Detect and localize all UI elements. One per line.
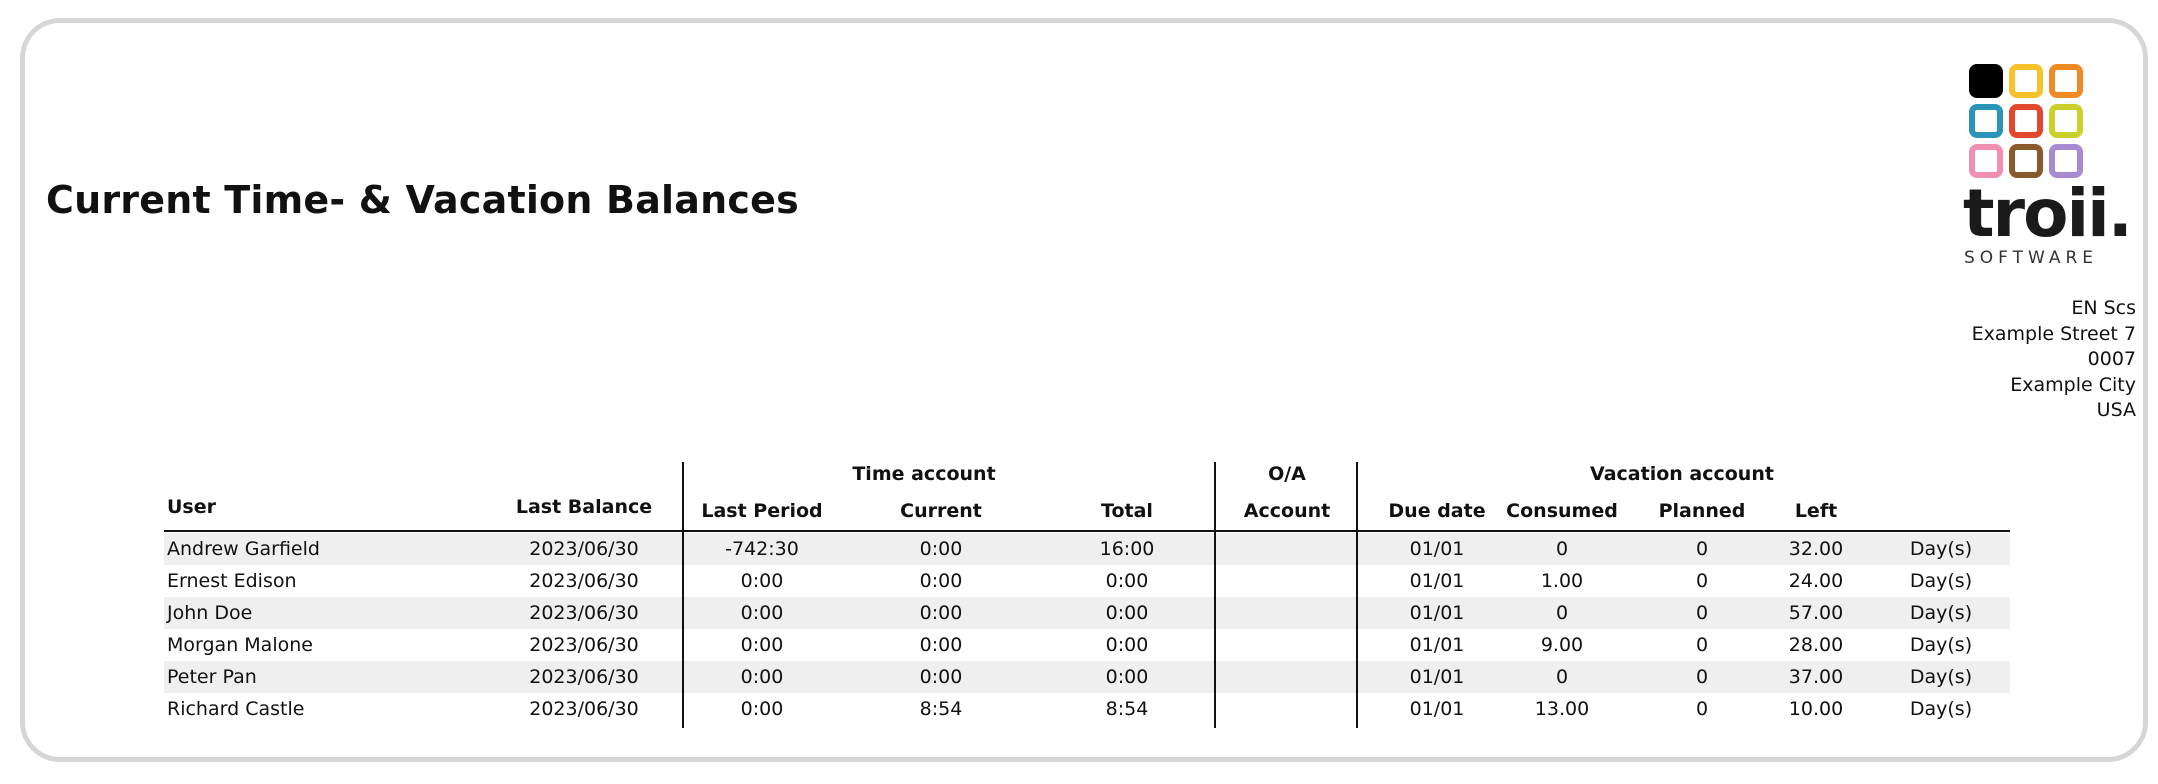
cell-consumed: 1.00 [1540, 570, 1584, 592]
cell-last-balance: 2023/06/30 [529, 538, 639, 560]
group-header-oa: O/A [1268, 463, 1306, 485]
logo-squares [1969, 64, 2083, 178]
cell-consumed: 0 [1555, 538, 1569, 560]
logo-square [2009, 104, 2043, 138]
cell-total: 8:54 [1105, 698, 1149, 720]
cell-total: 0:00 [1105, 602, 1149, 624]
col-header-current: Current [900, 500, 982, 522]
col-header-total: Total [1101, 500, 1153, 522]
col-header-last-period: Last Period [701, 500, 823, 522]
cell-user: Ernest Edison [167, 570, 297, 592]
col-header-account: Account [1243, 500, 1331, 522]
logo-square [1969, 64, 2003, 98]
cell-total: 0:00 [1105, 634, 1149, 656]
cell-total: 16:00 [1099, 538, 1155, 560]
cell-unit: Day(s) [1909, 570, 1973, 592]
table-row: Andrew Garfield 2023/06/30 -742:30 0:00 16:0… [164, 533, 2010, 565]
col-header-left: Left [1794, 500, 1838, 522]
col-header-last-balance: Last Balance [515, 496, 653, 518]
column-divider [1356, 462, 1358, 728]
cell-user: Morgan Malone [167, 634, 313, 656]
cell-consumed: 0 [1555, 666, 1569, 688]
cell-last-balance: 2023/06/30 [529, 602, 639, 624]
header-divider [164, 530, 2010, 532]
cell-consumed: 0 [1555, 602, 1569, 624]
cell-current: 8:54 [919, 698, 963, 720]
cell-current: 0:00 [919, 666, 963, 688]
cell-unit: Day(s) [1909, 634, 1973, 656]
cell-left: 32.00 [1788, 538, 1844, 560]
cell-consumed: 13.00 [1534, 698, 1590, 720]
cell-current: 0:00 [919, 570, 963, 592]
company-address: EN Scs Example Street 7 0007 Example Cit… [1972, 296, 2136, 424]
cell-current: 0:00 [919, 634, 963, 656]
col-header-user: User [167, 496, 216, 518]
cell-unit: Day(s) [1909, 698, 1973, 720]
troii-logo: troii. SOFTWARE [1963, 58, 2133, 270]
cell-last-period: 0:00 [740, 634, 784, 656]
table-row: Richard Castle 2023/06/30 0:00 8:54 8:54 01/0… [164, 693, 2010, 725]
cell-user: Peter Pan [167, 666, 257, 688]
cell-last-period: 0:00 [740, 602, 784, 624]
cell-last-period: 0:00 [740, 666, 784, 688]
col-header-consumed: Consumed [1506, 500, 1618, 522]
cell-last-balance: 2023/06/30 [529, 666, 639, 688]
logo-square [2009, 64, 2043, 98]
address-line: Example Street 7 [1971, 322, 2136, 345]
table-row: John Doe 2023/06/30 0:00 0:00 0:00 01/01 0 0 57.… [164, 597, 2010, 629]
cell-total: 0:00 [1105, 570, 1149, 592]
cell-unit: Day(s) [1909, 538, 1973, 560]
cell-left: 57.00 [1788, 602, 1844, 624]
cell-account [1217, 629, 1357, 661]
address-line: USA [2096, 399, 2136, 421]
logo-square [1969, 144, 2003, 178]
table-row: Ernest Edison 2023/06/30 0:00 0:00 0:00 01/01… [164, 565, 2010, 597]
address-line: Example City [2010, 373, 2136, 396]
cell-unit: Day(s) [1909, 602, 1973, 624]
cell-total: 0:00 [1105, 666, 1149, 688]
cell-last-period: 0:00 [740, 698, 784, 720]
logo-square [1969, 104, 2003, 138]
cell-left: 28.00 [1788, 634, 1844, 656]
cell-last-period: -742:30 [725, 538, 799, 560]
cell-user: John Doe [167, 602, 253, 624]
cell-left: 10.00 [1788, 698, 1844, 720]
logo-square [2049, 104, 2083, 138]
logo-subtitle: SOFTWARE [1963, 248, 2099, 268]
cell-current: 0:00 [919, 538, 963, 560]
cell-last-balance: 2023/06/30 [529, 698, 639, 720]
cell-account [1217, 533, 1357, 565]
logo-square [2009, 144, 2043, 178]
table-row: Morgan Malone 2023/06/30 0:00 0:00 0:00 01/01… [164, 629, 2010, 661]
group-header-vacation-account: Vacation account [1590, 463, 1774, 485]
cell-user: Andrew Garfield [167, 538, 320, 560]
cell-consumed: 9.00 [1540, 634, 1584, 656]
table-row: Peter Pan 2023/06/30 0:00 0:00 0:00 01/01 0 0 37… [164, 661, 2010, 693]
column-divider [682, 462, 684, 728]
cell-account [1217, 565, 1357, 597]
address-line: EN Scs [2071, 297, 2136, 319]
page-title: Current Time- & Vacation Balances [46, 178, 799, 222]
cell-last-balance: 2023/06/30 [529, 570, 639, 592]
cell-account [1217, 661, 1357, 693]
cell-unit: Day(s) [1909, 666, 1973, 688]
logo-wordmark: troii. [1963, 175, 2133, 252]
group-header-time-account: Time account [852, 463, 996, 485]
cell-left: 37.00 [1788, 666, 1844, 688]
cell-user: Richard Castle [167, 698, 305, 720]
cell-account [1217, 693, 1357, 725]
cell-left: 24.00 [1788, 570, 1844, 592]
cell-last-period: 0:00 [740, 570, 784, 592]
logo-square [2049, 64, 2083, 98]
cell-account [1217, 597, 1357, 629]
cell-last-balance: 2023/06/30 [529, 634, 639, 656]
cell-current: 0:00 [919, 602, 963, 624]
logo-square [2049, 144, 2083, 178]
column-divider [1214, 462, 1216, 728]
address-line: 0007 [2087, 348, 2136, 370]
